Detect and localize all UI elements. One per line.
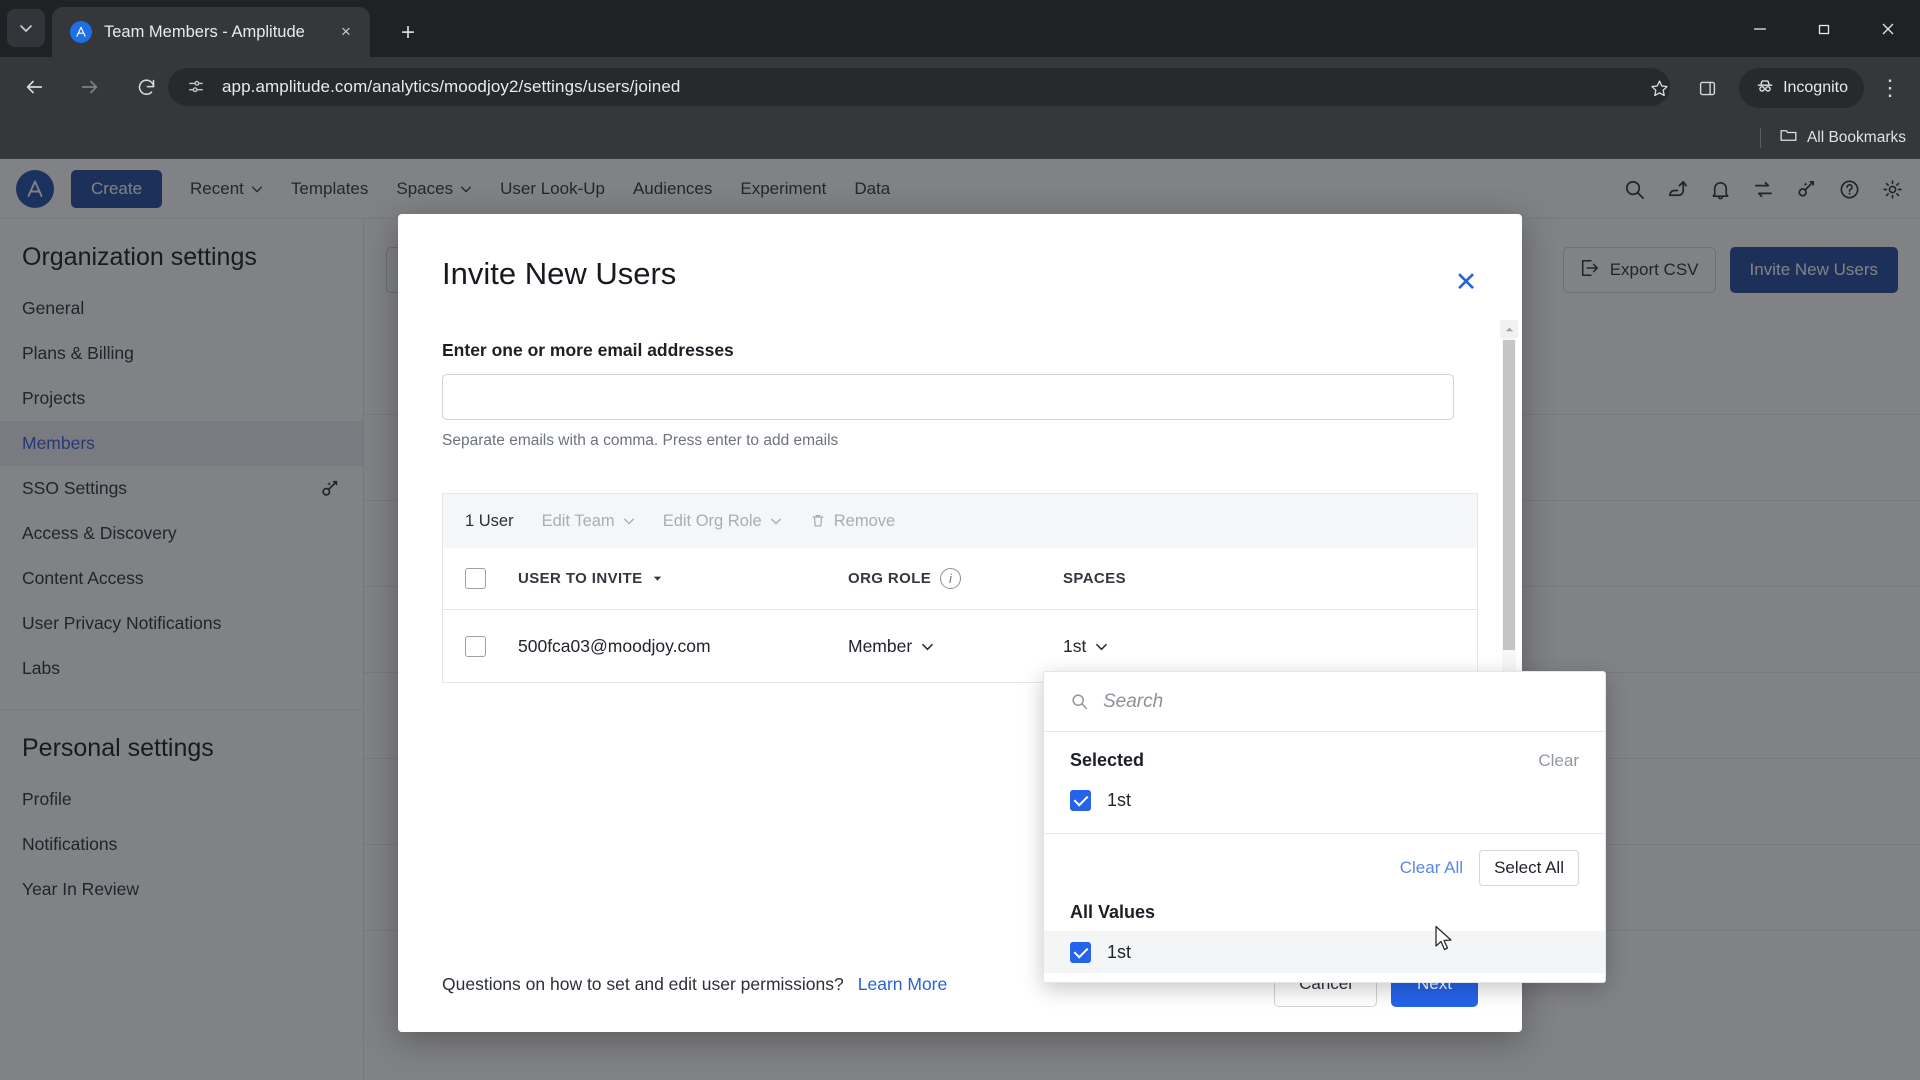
bookmark-star-icon[interactable] xyxy=(1637,66,1681,110)
selected-section-header: Selected Clear xyxy=(1044,732,1605,771)
column-header-label: SPACES xyxy=(1063,570,1126,587)
chevron-down-icon xyxy=(20,25,32,33)
window-minimize-button[interactable] xyxy=(1728,0,1792,57)
back-button[interactable] xyxy=(12,65,56,109)
bookmarks-divider xyxy=(1759,128,1761,148)
all-values-section-header: All Values xyxy=(1044,886,1605,923)
dropdown-bulk-actions: Clear All Select All xyxy=(1044,834,1605,886)
tab-strip: Team Members - Amplitude × + xyxy=(0,0,1920,57)
invite-users-table: USER TO INVITE ORG ROLE i SPACES 500fca0… xyxy=(442,548,1478,683)
selected-heading: Selected xyxy=(1070,750,1145,770)
trash-icon xyxy=(810,513,826,529)
toolbar-right: Incognito ⋮ xyxy=(1633,66,1912,110)
table-header-row: USER TO INVITE ORG ROLE i SPACES xyxy=(443,548,1477,610)
incognito-indicator[interactable]: Incognito xyxy=(1739,68,1864,108)
side-panel-icon[interactable] xyxy=(1685,66,1729,110)
spaces-dropdown: Search Selected Clear 1st Clear All Sele… xyxy=(1043,671,1606,983)
search-icon xyxy=(1070,692,1089,711)
footer-question: Questions on how to set and edit user pe… xyxy=(442,973,844,994)
scroll-up-arrow-icon[interactable] xyxy=(1500,320,1518,338)
option-label: 1st xyxy=(1107,789,1132,810)
option-checkbox[interactable] xyxy=(1070,941,1091,963)
cell-user-email: 500fca03@moodjoy.com xyxy=(518,635,711,656)
email-field-label: Enter one or more email addresses xyxy=(442,340,734,360)
column-header-label: ORG ROLE xyxy=(848,570,932,587)
remove-label: Remove xyxy=(833,511,896,530)
selected-user-count: 1 User xyxy=(465,511,514,530)
window-maximize-button[interactable] xyxy=(1792,0,1856,57)
spaces-value: 1st xyxy=(1063,635,1087,656)
incognito-label: Incognito xyxy=(1783,79,1848,96)
chrome-menu-icon[interactable]: ⋮ xyxy=(1868,66,1912,110)
caret-down-icon xyxy=(653,576,661,581)
browser-window: Team Members - Amplitude × + app.amplitu… xyxy=(0,0,1920,1080)
tab-title: Team Members - Amplitude xyxy=(104,22,305,41)
browser-toolbar: app.amplitude.com/analytics/moodjoy2/set… xyxy=(0,57,1920,117)
select-all-button[interactable]: Select All xyxy=(1479,850,1579,886)
cell-spaces-select[interactable]: 1st xyxy=(1063,636,1263,657)
row-checkbox[interactable] xyxy=(465,635,486,657)
window-controls xyxy=(1728,0,1920,57)
forward-button[interactable] xyxy=(68,65,112,109)
address-bar[interactable]: app.amplitude.com/analytics/moodjoy2/set… xyxy=(168,68,1670,106)
org-role-value: Member xyxy=(848,635,913,656)
address-bar-url: app.amplitude.com/analytics/moodjoy2/set… xyxy=(222,77,681,96)
reload-button[interactable] xyxy=(124,65,168,109)
new-tab-button[interactable]: + xyxy=(390,15,426,51)
edit-team-label: Edit Team xyxy=(541,511,615,530)
column-header-label: USER TO INVITE xyxy=(518,570,643,587)
edit-team-button[interactable]: Edit Team xyxy=(542,512,635,531)
selected-option-item[interactable]: 1st xyxy=(1044,779,1605,821)
modal-title: Invite New Users xyxy=(442,256,677,291)
select-all-checkbox[interactable] xyxy=(465,568,486,589)
amplitude-logo-icon xyxy=(70,21,92,43)
dropdown-search-placeholder: Search xyxy=(1103,690,1164,712)
column-header-spaces: SPACES xyxy=(1063,570,1263,587)
bookmarks-bar: All Bookmarks xyxy=(0,117,1920,159)
chevron-down-icon xyxy=(623,518,634,525)
email-input[interactable] xyxy=(442,374,1454,420)
chevron-down-icon xyxy=(770,518,781,525)
edit-org-role-label: Edit Org Role xyxy=(662,511,762,530)
window-close-button[interactable] xyxy=(1856,0,1920,57)
browser-tab[interactable]: Team Members - Amplitude × xyxy=(52,7,370,57)
dropdown-search-row[interactable]: Search xyxy=(1044,672,1605,732)
chevron-down-icon xyxy=(922,643,934,650)
remove-button[interactable]: Remove xyxy=(810,512,895,531)
column-header-org-role: ORG ROLE i xyxy=(848,568,1063,589)
edit-org-role-button[interactable]: Edit Org Role xyxy=(663,512,782,531)
learn-more-link[interactable]: Learn More xyxy=(858,974,948,995)
column-header-user-to-invite[interactable]: USER TO INVITE xyxy=(518,570,848,587)
all-bookmarks-label: All Bookmarks xyxy=(1806,129,1906,146)
scrollbar-thumb[interactable] xyxy=(1503,340,1515,650)
tab-search-button[interactable] xyxy=(7,9,45,47)
email-field-help: Separate emails with a comma. Press ente… xyxy=(442,432,839,449)
all-values-heading: All Values xyxy=(1070,902,1156,922)
option-checkbox[interactable] xyxy=(1070,789,1091,811)
chevron-down-icon xyxy=(1096,643,1108,650)
modal-header: Invite New Users ✕ xyxy=(398,214,1522,295)
incognito-icon xyxy=(1755,76,1775,101)
site-settings-icon[interactable] xyxy=(182,73,210,101)
close-icon[interactable]: ✕ xyxy=(1448,264,1484,300)
option-label: 1st xyxy=(1107,941,1132,962)
all-values-option-item[interactable]: 1st xyxy=(1044,931,1605,973)
cell-org-role-select[interactable]: Member xyxy=(848,636,1063,657)
folder-icon xyxy=(1779,126,1798,150)
clear-button[interactable]: Clear xyxy=(1538,751,1579,771)
info-icon[interactable]: i xyxy=(940,568,962,589)
clear-all-button[interactable]: Clear All xyxy=(1400,858,1463,878)
bulk-action-bar: 1 User Edit Team Edit Org Role Remove xyxy=(442,493,1478,548)
all-bookmarks-button[interactable]: All Bookmarks xyxy=(1779,126,1906,150)
tab-close-icon[interactable]: × xyxy=(332,18,360,46)
